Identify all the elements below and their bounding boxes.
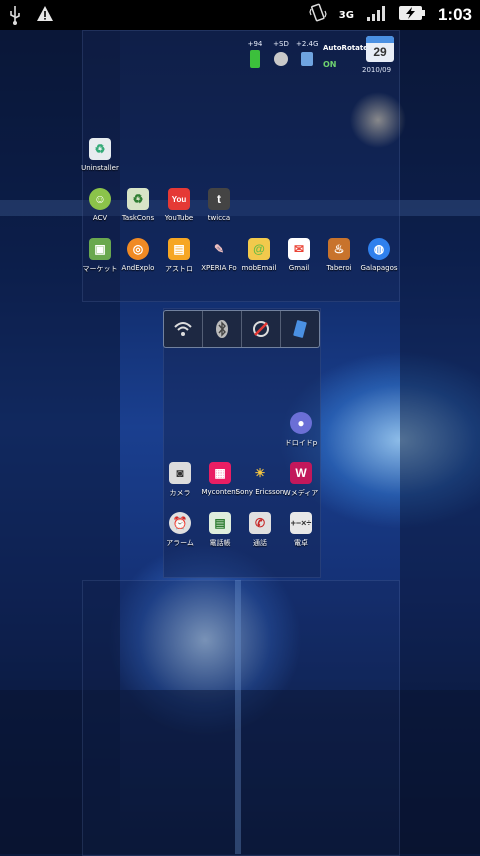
clock: 1:03 bbox=[437, 5, 472, 24]
memory-widget-label: +2.4G bbox=[296, 40, 319, 48]
autorotate-title: AutoRotate bbox=[323, 44, 368, 52]
battery-icon bbox=[250, 50, 260, 68]
battery-widget-label: +94 bbox=[247, 40, 263, 48]
android-icon: ☺ bbox=[89, 188, 111, 210]
app-uninstaller[interactable]: ♻ Uninstaller bbox=[75, 138, 125, 172]
market-icon: ▣ bbox=[89, 238, 111, 260]
wifi-toggle[interactable] bbox=[164, 311, 203, 347]
youtube-icon: You bbox=[168, 188, 190, 210]
calendar-day: 29 bbox=[373, 45, 387, 59]
twicca-icon: t bbox=[208, 188, 230, 210]
app-label: 電卓 bbox=[294, 539, 308, 547]
astro-icon: ▤ bbox=[168, 238, 190, 260]
email-icon: @ bbox=[248, 238, 270, 260]
calendar-header bbox=[366, 36, 394, 43]
sd-widget[interactable]: +SD bbox=[270, 40, 292, 66]
gmail-icon: ✉ bbox=[288, 238, 310, 260]
battery-charging-icon bbox=[398, 4, 426, 26]
wifi-icon bbox=[174, 322, 192, 336]
memory-widget[interactable]: +2.4G bbox=[296, 40, 318, 66]
calendar-date: 2010/09 bbox=[362, 66, 392, 74]
sphere-icon: ● bbox=[290, 412, 312, 434]
file-explorer-icon: ◎ bbox=[127, 238, 149, 260]
alarm-icon: ⏰ bbox=[169, 512, 191, 534]
weather-icon: ☀ bbox=[254, 466, 266, 480]
app-galapagos[interactable]: ◍ Galapagos bbox=[354, 238, 404, 272]
app-label: twicca bbox=[207, 214, 231, 222]
taberoi-icon: ♨ bbox=[328, 238, 350, 260]
app-twicca[interactable]: t twicca bbox=[194, 188, 244, 222]
mycontent-icon: ▦ bbox=[209, 462, 231, 484]
bluetooth-icon bbox=[216, 320, 228, 338]
sd-widget-label: +SD bbox=[273, 40, 289, 48]
globe-icon: ◍ bbox=[368, 238, 390, 260]
vibrate-icon bbox=[309, 3, 327, 27]
usb-icon bbox=[8, 5, 22, 29]
gps-icon bbox=[253, 321, 269, 337]
memory-icon bbox=[301, 52, 313, 66]
calendar-widget[interactable]: 29 bbox=[366, 36, 394, 62]
camera-icon: ◙ bbox=[169, 462, 191, 484]
status-bar: 3G 1:03 bbox=[0, 0, 480, 30]
app-label: ドロイドp bbox=[284, 439, 318, 447]
media-icon: W bbox=[290, 462, 312, 484]
app-droid-player[interactable]: ● ドロイドp bbox=[276, 412, 326, 448]
warning-icon bbox=[36, 5, 54, 29]
app-label: Uninstaller bbox=[81, 164, 119, 172]
contacts-icon: ▤ bbox=[209, 512, 231, 534]
uninstaller-icon: ♻ bbox=[89, 138, 111, 160]
bluetooth-toggle[interactable] bbox=[203, 311, 242, 347]
recycle-icon: ♻ bbox=[127, 188, 149, 210]
sync-toggle[interactable] bbox=[281, 311, 319, 347]
lower-panel bbox=[82, 580, 400, 856]
sd-card-icon bbox=[274, 52, 288, 66]
power-control-widget bbox=[163, 310, 320, 348]
calculator-icon: +−×÷ bbox=[290, 512, 312, 534]
battery-widget[interactable]: +94 bbox=[244, 40, 266, 68]
app-label: Wメディア bbox=[283, 489, 319, 497]
pen-icon: ✎ bbox=[213, 242, 225, 256]
app-wmedia[interactable]: W Wメディア bbox=[276, 462, 326, 498]
sync-icon bbox=[293, 320, 307, 338]
app-label: Galapagos bbox=[360, 264, 398, 272]
gps-toggle[interactable] bbox=[242, 311, 281, 347]
signal-icon bbox=[366, 4, 386, 26]
phone-icon: ✆ bbox=[249, 512, 271, 534]
app-calculator[interactable]: +−×÷ 電卓 bbox=[276, 512, 326, 548]
network-type: 3G bbox=[338, 9, 354, 21]
